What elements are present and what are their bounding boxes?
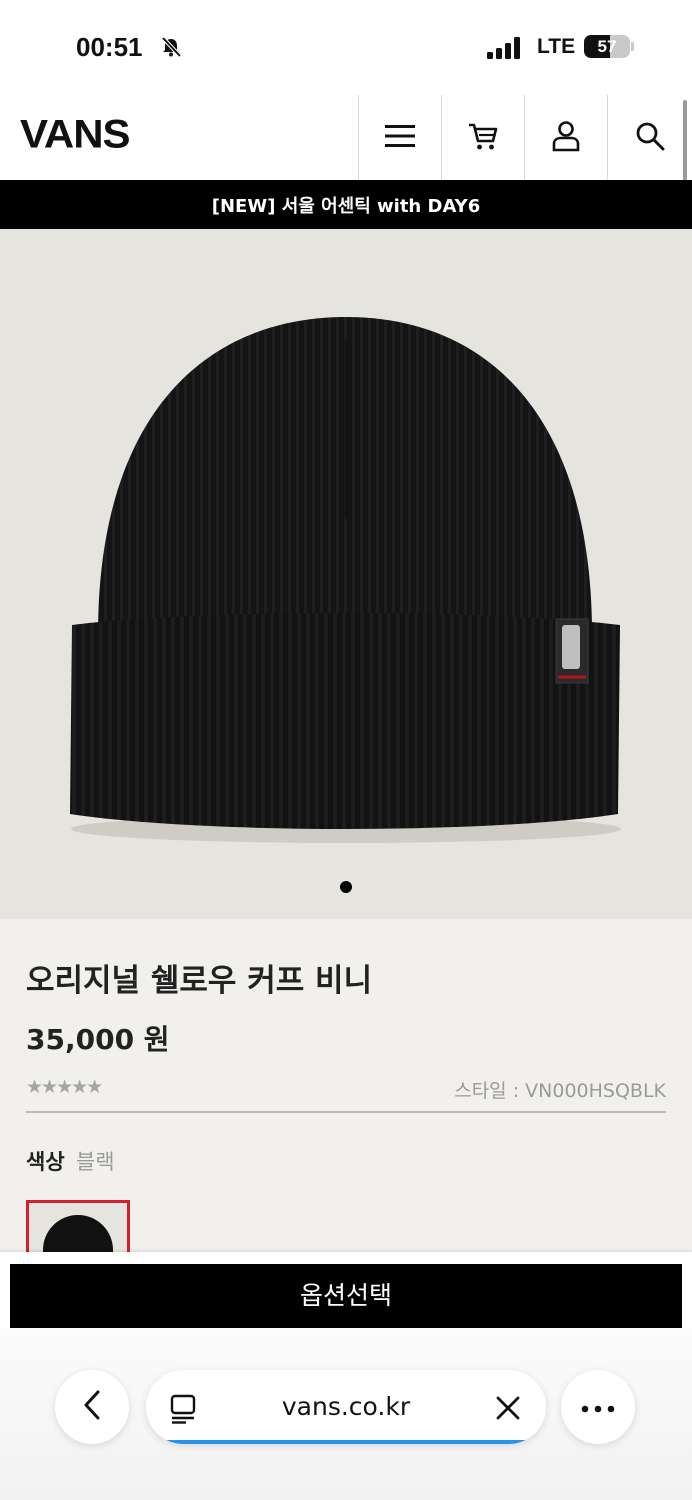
cart-icon bbox=[467, 120, 499, 156]
carousel-indicator-dot[interactable] bbox=[340, 881, 352, 893]
chevron-left-icon bbox=[82, 1389, 102, 1425]
more-icon bbox=[581, 1398, 615, 1417]
menu-button[interactable] bbox=[358, 95, 441, 180]
site-header: VANS bbox=[0, 95, 692, 180]
cart-button[interactable] bbox=[441, 95, 524, 180]
signal-icon bbox=[487, 37, 523, 63]
product-image-carousel[interactable] bbox=[0, 229, 692, 919]
color-value: 블랙 bbox=[75, 1150, 115, 1174]
color-swatch-black[interactable] bbox=[26, 1200, 130, 1260]
product-title: 오리지널 쉘로우 커프 비니 bbox=[26, 963, 373, 999]
search-icon bbox=[635, 121, 665, 155]
status-bar: 00:51 LTE 57 bbox=[0, 0, 692, 95]
battery-cap bbox=[631, 42, 634, 51]
vans-logo[interactable]: VANS bbox=[20, 111, 131, 157]
status-time: 00:51 bbox=[76, 32, 143, 62]
search-button[interactable] bbox=[607, 95, 692, 180]
page-load-progress bbox=[164, 1440, 528, 1444]
battery-percent: 57 bbox=[597, 37, 617, 56]
battery-icon: 57 bbox=[584, 35, 630, 58]
address-bar[interactable]: vans.co.kr bbox=[146, 1370, 546, 1444]
bell-muted-icon bbox=[160, 36, 182, 62]
back-button[interactable] bbox=[55, 1370, 129, 1444]
more-options-button[interactable] bbox=[561, 1370, 635, 1444]
product-price: 35,000 원 bbox=[26, 1023, 170, 1056]
account-button[interactable] bbox=[524, 95, 607, 180]
option-select-button[interactable]: 옵션선택 bbox=[10, 1264, 682, 1328]
rating-stars[interactable]: ★★★★★ bbox=[26, 1076, 103, 1098]
promo-banner[interactable]: [NEW] 서울 어센틱 with DAY6 bbox=[0, 180, 692, 229]
bottom-action-sheet: 옵션선택 vans.co.kr bbox=[0, 1252, 692, 1500]
divider bbox=[26, 1111, 666, 1113]
network-label: LTE bbox=[537, 35, 576, 58]
browser-toolbar: vans.co.kr bbox=[0, 1328, 692, 1500]
color-label: 색상 bbox=[26, 1150, 65, 1174]
account-icon bbox=[551, 120, 581, 156]
color-section-label: 색상 블랙 bbox=[26, 1146, 115, 1176]
menu-icon bbox=[384, 122, 416, 154]
style-code: 스타일 : VN000HSQBLK bbox=[454, 1080, 666, 1102]
url-text[interactable]: vans.co.kr bbox=[146, 1392, 546, 1421]
product-image bbox=[70, 317, 621, 843]
close-icon[interactable] bbox=[496, 1396, 520, 1424]
